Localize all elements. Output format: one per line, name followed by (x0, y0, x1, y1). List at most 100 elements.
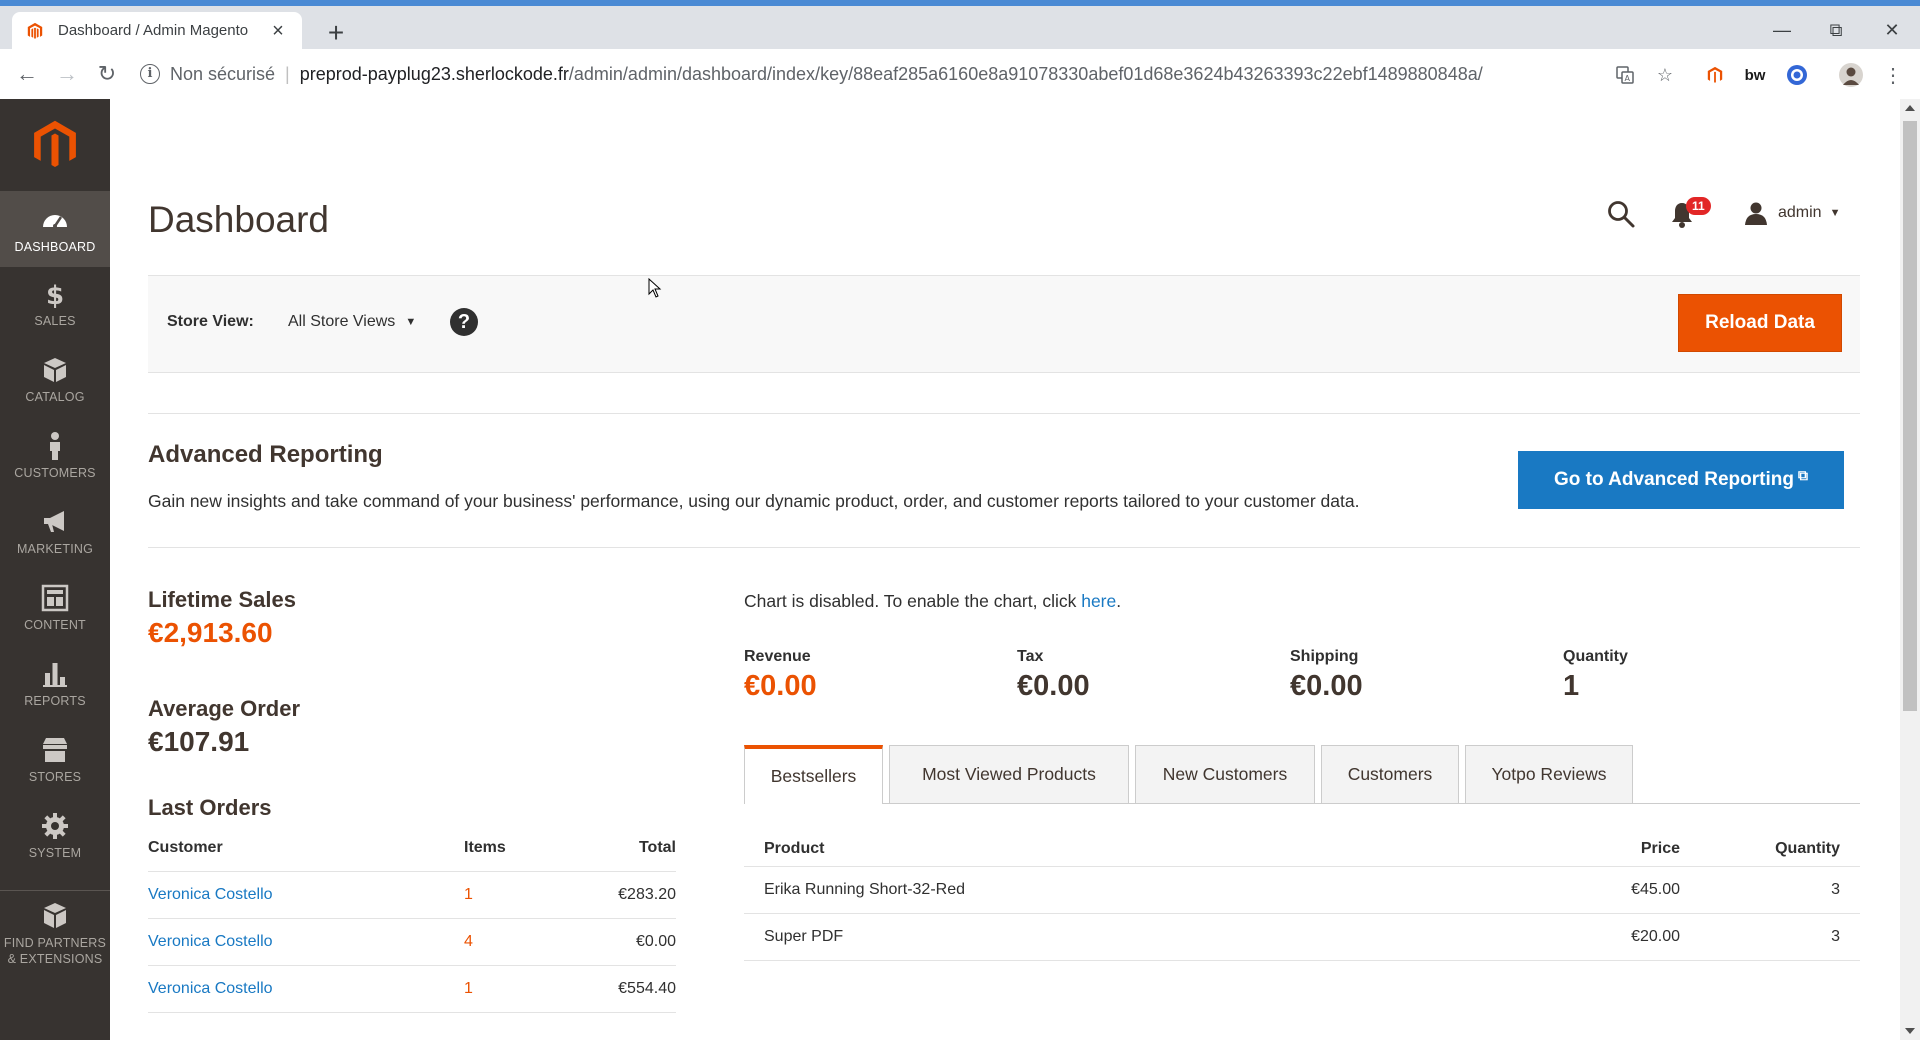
tab-customers[interactable]: Customers (1321, 745, 1459, 803)
scrollbar-thumb[interactable] (1903, 121, 1917, 711)
close-window-icon[interactable]: ✕ (1872, 20, 1912, 46)
svg-text:$: $ (46, 281, 64, 309)
menu-item-reports[interactable]: Reports (0, 645, 110, 721)
account-extension-icon[interactable] (1784, 62, 1810, 88)
go-to-advanced-reporting-button[interactable]: Go to Advanced Reporting ⧉ (1518, 451, 1844, 509)
menu-label: Dashboard (14, 240, 96, 254)
column-header-items: Items (464, 837, 576, 872)
menu-item-dashboard[interactable]: Dashboard (0, 191, 110, 267)
translate-icon[interactable]: A (1612, 62, 1638, 88)
menu-label: Content (24, 618, 86, 632)
magento-extension-icon[interactable] (1702, 62, 1728, 88)
menu-item-partners[interactable]: Find Partners & Extensions (0, 897, 110, 987)
person-icon (50, 432, 60, 460)
back-icon[interactable]: ← (14, 62, 40, 88)
browser-menu-icon[interactable]: ⋮ (1880, 62, 1906, 88)
forward-icon[interactable]: → (54, 62, 80, 88)
total-label: Tax (1017, 648, 1044, 665)
bw-extension-icon[interactable]: bw (1742, 62, 1768, 88)
profile-avatar-icon[interactable] (1838, 62, 1864, 88)
reload-data-button[interactable]: Reload Data (1678, 294, 1842, 352)
tab-yotpo-reviews[interactable]: Yotpo Reviews (1465, 745, 1633, 803)
advanced-reporting-button-label: Go to Advanced Reporting (1554, 469, 1794, 490)
order-items: 1 (464, 965, 576, 1013)
total-value: 1 (1563, 670, 1580, 702)
totals-summary: Revenue €0.00 Tax €0.00 Shipping €0.00 Q… (744, 648, 1844, 728)
advanced-reporting-description: Gain new insights and take command of yo… (148, 491, 1360, 511)
tab-most-viewed-products[interactable]: Most Viewed Products (889, 745, 1129, 803)
store-view-dropdown[interactable]: All Store Views ▼ (288, 313, 416, 331)
not-secure-label: Non sécurisé (170, 63, 276, 84)
total-tax: Tax €0.00 (1017, 648, 1277, 703)
url-host: preprod-payplug23.sherlockode.fr (299, 63, 569, 84)
scroll-up-icon[interactable] (1905, 105, 1915, 111)
table-row[interactable]: Super PDF €20.00 3 (744, 913, 1860, 961)
help-icon[interactable]: ? (450, 308, 478, 336)
store-icon (43, 738, 67, 762)
browser-tab-bar: Dashboard / Admin Magento × + — ⧉ ✕ (0, 6, 1920, 49)
table-row[interactable]: Veronica Costello 1 €554.40 (148, 965, 676, 1013)
order-total: €283.20 (576, 871, 676, 919)
notifications-button[interactable]: 11 (1670, 197, 1714, 229)
box-icon (44, 358, 66, 382)
gear-icon (42, 813, 68, 839)
menu-item-content[interactable]: Content (0, 569, 110, 645)
notification-count-badge: 11 (1686, 197, 1711, 215)
tab-bestsellers[interactable]: Bestsellers (744, 745, 883, 804)
average-order-label: Average Order (148, 696, 301, 721)
table-row[interactable]: Erika Running Short-32-Red €45.00 3 (744, 866, 1860, 914)
browser-tab[interactable]: Dashboard / Admin Magento × (12, 12, 302, 49)
menu-item-system[interactable]: System (0, 797, 110, 873)
info-icon[interactable]: i (140, 64, 160, 84)
new-tab-icon[interactable]: + (322, 19, 350, 48)
menu-item-customers[interactable]: Customers (0, 417, 110, 493)
column-header-quantity: Quantity (1700, 832, 1860, 867)
vertical-scrollbar[interactable] (1900, 99, 1920, 1040)
scroll-down-icon[interactable] (1905, 1028, 1915, 1034)
tab-new-customers[interactable]: New Customers (1135, 745, 1315, 803)
lifetime-sales-value: €2,913.60 (148, 617, 273, 648)
page-title: Dashboard (148, 199, 330, 240)
menu-item-marketing[interactable]: Marketing (0, 493, 110, 569)
advanced-reporting-title: Advanced Reporting (148, 441, 383, 468)
store-view-bar: Store View: All Store Views ▼ ? Reload D… (148, 275, 1860, 373)
divider (148, 547, 1860, 548)
product-name[interactable]: Erika Running Short-32-Red (744, 866, 1520, 914)
chevron-down-icon: ▼ (405, 316, 417, 328)
menu-item-catalog[interactable]: Catalog (0, 341, 110, 417)
divider (148, 413, 1860, 414)
menu-item-sales[interactable]: $ Sales (0, 265, 110, 341)
admin-user-menu[interactable]: admin ▼ (1744, 201, 1840, 225)
extensions-box-icon (44, 903, 66, 928)
order-customer[interactable]: Veronica Costello (148, 918, 464, 966)
layout-icon (41, 584, 69, 612)
dashboard-icon (43, 215, 67, 228)
reload-icon[interactable]: ↻ (94, 62, 120, 88)
table-row[interactable]: Veronica Costello 4 €0.00 (148, 918, 676, 966)
chart-message-text: Chart is disabled. To enable the chart, … (744, 591, 1082, 611)
total-value: €0.00 (744, 670, 817, 702)
order-customer[interactable]: Veronica Costello (148, 871, 464, 919)
close-tab-icon[interactable]: × (268, 21, 288, 41)
order-customer[interactable]: Veronica Costello (148, 965, 464, 1013)
total-revenue: Revenue €0.00 (744, 648, 1004, 703)
product-name[interactable]: Super PDF (744, 913, 1520, 961)
magento-logo-icon[interactable] (0, 99, 110, 191)
minimize-icon[interactable]: — (1762, 20, 1802, 46)
url-field[interactable]: i Non sécurisé | preprod-payplug23.sherl… (140, 59, 1483, 89)
user-icon (1745, 202, 1767, 225)
restore-icon[interactable]: ⧉ (1816, 20, 1856, 46)
total-label: Quantity (1563, 648, 1628, 665)
main-content: Dashboard 11 admin ▼ Store View: All Sto… (110, 99, 1900, 1040)
chart-disabled-message: Chart is disabled. To enable the chart, … (744, 591, 1121, 612)
search-icon[interactable] (1606, 199, 1636, 229)
menu-label: Marketing (16, 542, 94, 556)
menu-item-stores[interactable]: Stores (0, 721, 110, 797)
bookmark-star-icon[interactable]: ☆ (1652, 62, 1678, 88)
menu-label: & Extensions (7, 952, 103, 966)
lifetime-sales-label: Lifetime Sales (148, 587, 296, 612)
table-row[interactable]: Veronica Costello 1 €283.20 (148, 871, 676, 919)
admin-username: admin (1778, 204, 1822, 221)
menu-label: Reports (24, 694, 86, 708)
enable-chart-link[interactable]: here (1081, 591, 1116, 611)
